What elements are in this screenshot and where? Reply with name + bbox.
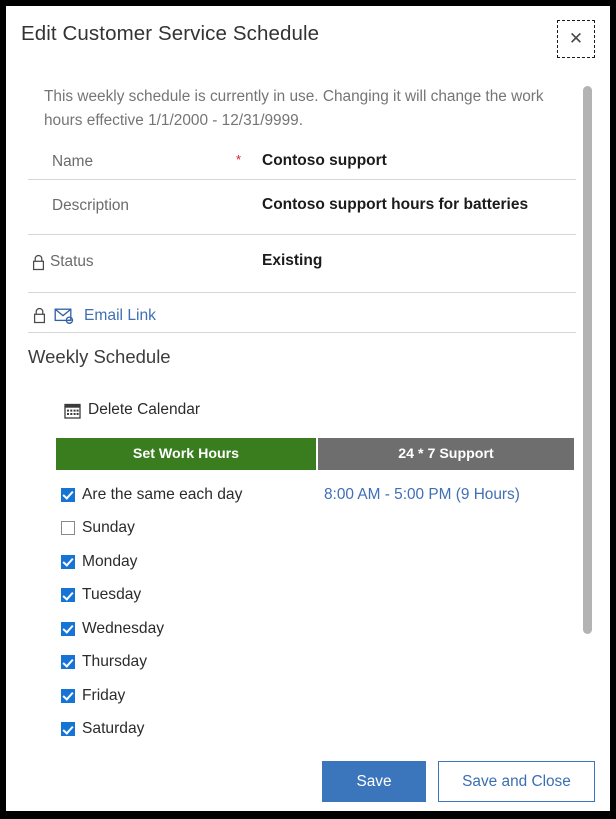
- weekly-schedule-title: Weekly Schedule: [28, 346, 171, 367]
- field-row-description: Description Contoso support hours for ba…: [6, 180, 576, 232]
- day-checkbox-list: Are the same each day 8:00 AM - 5:00 PM …: [6, 478, 610, 746]
- tab-set-work-hours[interactable]: Set Work Hours: [56, 438, 316, 470]
- label-tuesday: Tuesday: [82, 586, 142, 604]
- checkbox-wednesday[interactable]: [61, 621, 75, 636]
- dialog-header: Edit Customer Service Schedule ✕: [6, 6, 610, 68]
- schedule-tabs: Set Work Hours 24 * 7 Support: [56, 438, 574, 470]
- field-row-email-link: Email Link: [6, 293, 576, 347]
- close-button[interactable]: ✕: [557, 20, 595, 58]
- field-value-name[interactable]: Contoso support: [262, 152, 387, 170]
- row-friday: Friday: [6, 679, 610, 713]
- close-icon: ✕: [568, 28, 584, 49]
- calendar-icon: [64, 402, 81, 419]
- delete-calendar-label: Delete Calendar: [88, 401, 201, 418]
- delete-calendar-button[interactable]: Delete Calendar: [64, 401, 200, 419]
- field-label-description: Description: [52, 197, 129, 214]
- field-value-description[interactable]: Contoso support hours for batteries: [262, 196, 528, 214]
- checkbox-tuesday[interactable]: [61, 588, 75, 603]
- screenshot-root: Edit Customer Service Schedule ✕ This we…: [0, 0, 616, 819]
- row-are-the-same-each-day: Are the same each day 8:00 AM - 5:00 PM …: [6, 478, 610, 512]
- checkbox-monday[interactable]: [61, 554, 75, 569]
- label-wednesday: Wednesday: [82, 619, 165, 637]
- label-are-the-same-each-day: Are the same each day: [82, 485, 243, 503]
- row-tuesday: Tuesday: [6, 579, 610, 613]
- checkbox-saturday[interactable]: [61, 722, 75, 737]
- dialog-body: This weekly schedule is currently in use…: [6, 68, 610, 750]
- dialog-footer: Save Save and Close: [6, 750, 610, 811]
- in-use-warning-text: This weekly schedule is currently in use…: [44, 88, 544, 129]
- label-saturday: Saturday: [82, 720, 145, 738]
- label-thursday: Thursday: [82, 653, 148, 671]
- label-monday: Monday: [82, 552, 138, 570]
- email-link-icon[interactable]: [54, 307, 76, 330]
- edit-schedule-dialog: Edit Customer Service Schedule ✕ This we…: [6, 6, 610, 811]
- label-friday: Friday: [82, 686, 126, 704]
- row-sunday: Sunday: [6, 512, 610, 546]
- work-hours-link[interactable]: 8:00 AM - 5:00 PM (9 Hours): [324, 486, 520, 504]
- lock-icon: [31, 254, 46, 276]
- field-label-status: Status: [50, 253, 94, 270]
- save-and-close-button[interactable]: Save and Close: [438, 761, 595, 802]
- field-row-status: Status Existing: [6, 235, 576, 291]
- checkbox-are-the-same-each-day[interactable]: [61, 487, 75, 502]
- row-thursday: Thursday: [6, 646, 610, 680]
- required-asterisk: *: [236, 152, 242, 167]
- field-value-status: Existing: [262, 252, 323, 269]
- checkbox-friday[interactable]: [61, 688, 75, 703]
- save-button[interactable]: Save: [322, 761, 426, 802]
- row-wednesday: Wednesday: [6, 612, 610, 646]
- checkbox-thursday[interactable]: [61, 655, 75, 670]
- email-link-label[interactable]: Email Link: [84, 307, 156, 325]
- row-monday: Monday: [6, 545, 610, 579]
- checkbox-sunday[interactable]: [61, 521, 75, 536]
- divider-4: [28, 332, 576, 333]
- label-sunday: Sunday: [82, 519, 135, 537]
- lock-icon: [32, 307, 47, 329]
- field-label-name: Name: [52, 153, 94, 170]
- page-title: Edit Customer Service Schedule: [21, 22, 320, 45]
- tab-24-7-support[interactable]: 24 * 7 Support: [316, 438, 574, 470]
- row-saturday: Saturday: [6, 713, 610, 747]
- scrollbar-thumb[interactable]: [583, 86, 592, 634]
